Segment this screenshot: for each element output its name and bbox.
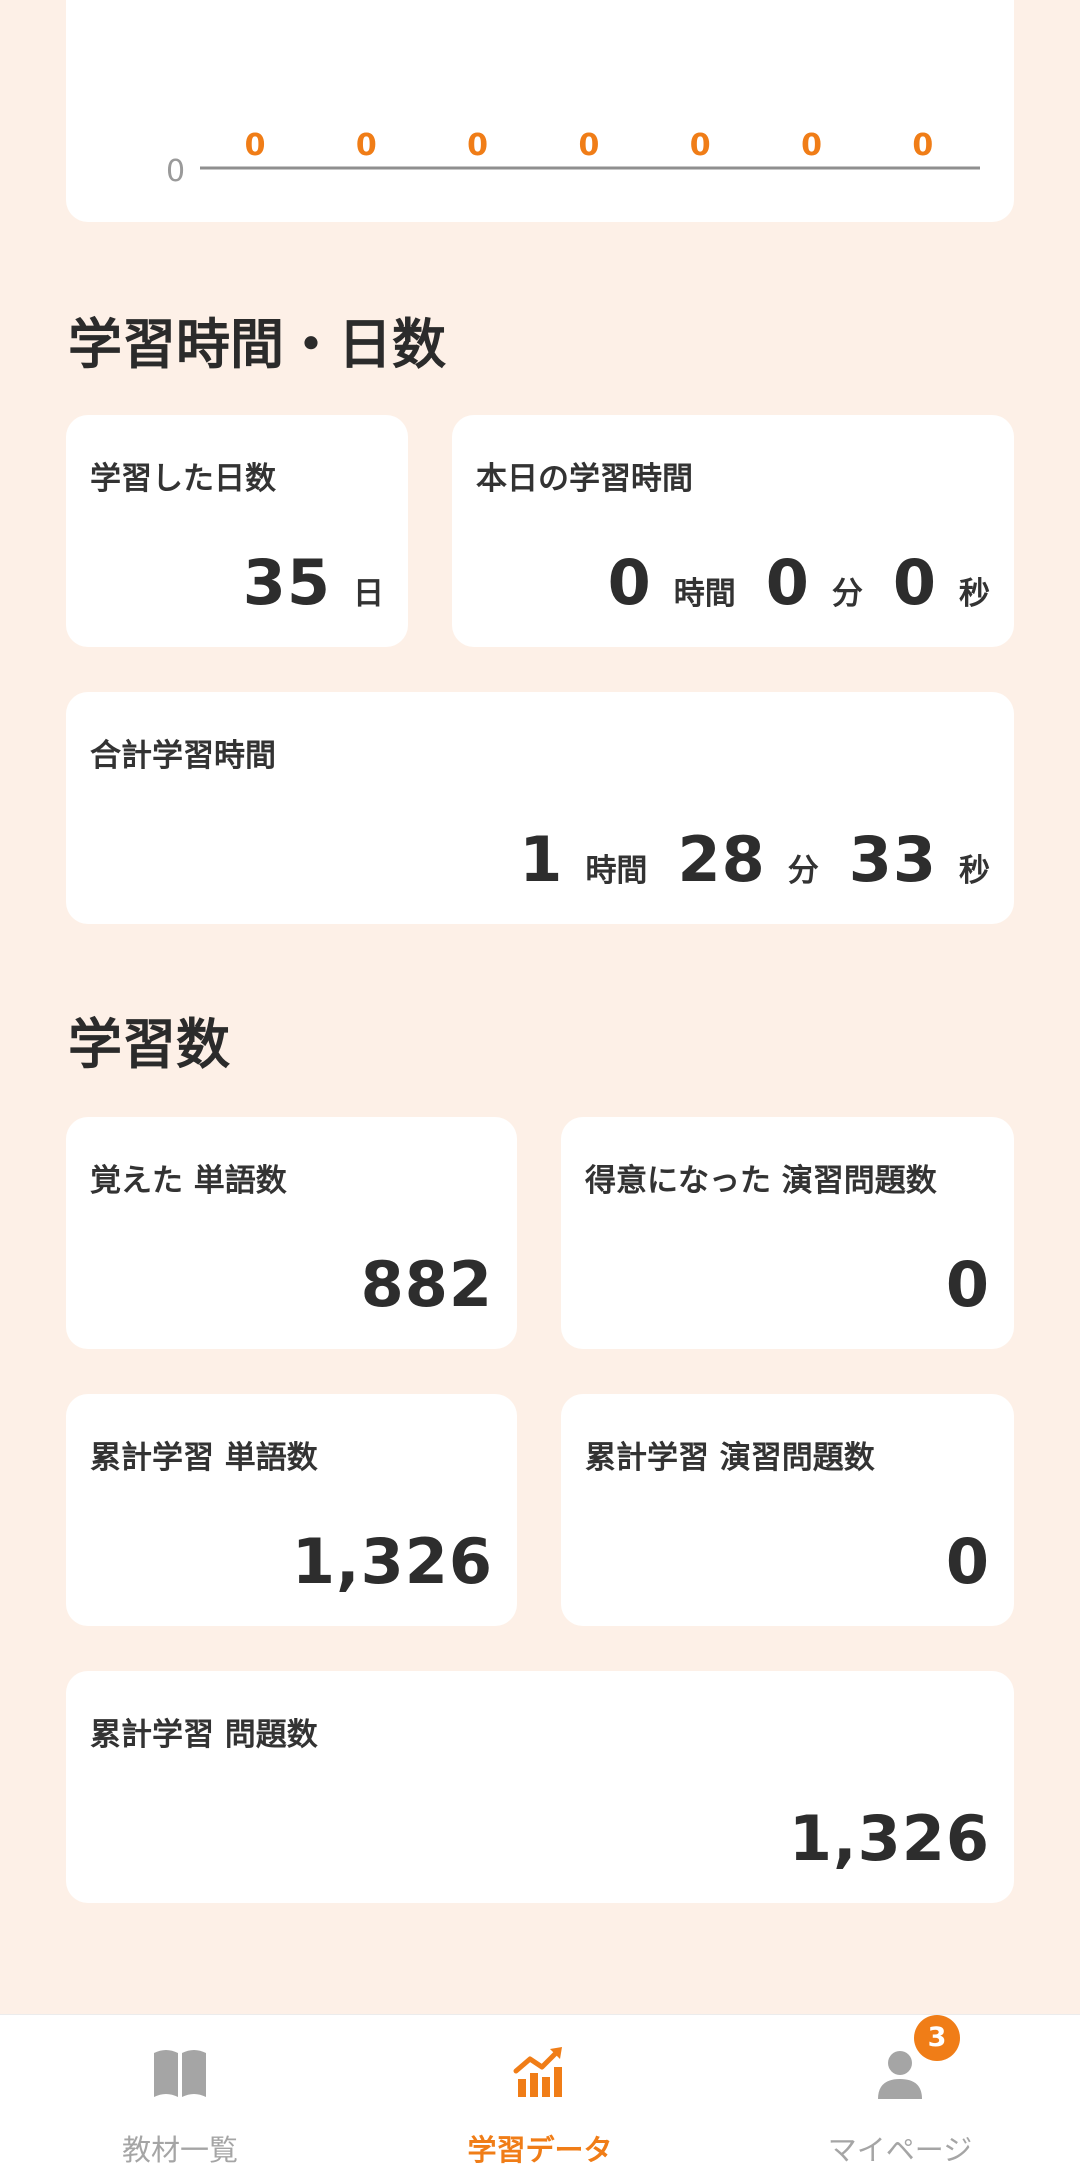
mastered-exercises-card: 得意になった 演習問題数 0 bbox=[561, 1117, 1014, 1349]
total-seconds: 33 bbox=[848, 823, 937, 896]
nav-item-materials[interactable]: 教材一覧 bbox=[0, 2015, 360, 2173]
total-study-time-label: 合計学習時間 bbox=[90, 738, 276, 774]
mastered-exercises-value: 0 bbox=[946, 1248, 990, 1321]
today-study-time-value: 0 時間 0 分 0 秒 bbox=[608, 546, 990, 619]
today-hours: 0 bbox=[607, 546, 652, 619]
daily-chart-card: 0 0 0 0 0 0 0 0 bbox=[66, 0, 1014, 222]
chart-icon bbox=[513, 2047, 562, 2097]
study-days-number: 35 bbox=[242, 546, 331, 619]
nav-item-study-data[interactable]: 学習データ bbox=[360, 2015, 720, 2173]
today-minutes: 0 bbox=[765, 546, 810, 619]
chart-bar-value-label: 0 bbox=[912, 128, 933, 163]
study-days-value: 35 日 bbox=[243, 546, 384, 619]
today-hours-unit: 時間 bbox=[673, 576, 736, 612]
total-minutes: 28 bbox=[677, 823, 766, 896]
book-icon bbox=[154, 2050, 206, 2097]
cumulative-questions-label: 累計学習 問題数 bbox=[90, 1717, 318, 1753]
study-days-card: 学習した日数 35 日 bbox=[66, 415, 408, 647]
cumulative-questions-card: 累計学習 問題数 1,326 bbox=[66, 1671, 1014, 1903]
daily-study-chart: 0 0 0 0 0 0 0 0 bbox=[166, 128, 980, 189]
today-seconds: 0 bbox=[892, 546, 937, 619]
cumulative-exercises-value: 0 bbox=[946, 1525, 990, 1598]
learned-words-number: 882 bbox=[360, 1248, 493, 1321]
cumulative-words-label: 累計学習 単語数 bbox=[90, 1440, 318, 1476]
cumulative-words-value: 1,326 bbox=[292, 1525, 493, 1598]
total-study-time-value: 1 時間 28 分 33 秒 bbox=[519, 823, 990, 896]
today-study-time-card: 本日の学習時間 0 時間 0 分 0 秒 bbox=[452, 415, 1014, 647]
study-days-unit: 日 bbox=[353, 576, 384, 612]
study-count-section-title: 学習数 bbox=[68, 1013, 230, 1076]
chart-y-tick-label: 0 bbox=[166, 154, 185, 189]
cumulative-exercises-label: 累計学習 演習問題数 bbox=[585, 1440, 875, 1476]
chart-bar-value-label: 0 bbox=[356, 128, 377, 163]
total-minutes-unit: 分 bbox=[787, 853, 819, 889]
nav-item-mypage[interactable]: マイページ bbox=[720, 2015, 1080, 2173]
chart-bar-value-label: 0 bbox=[801, 128, 822, 163]
cumulative-words-number: 1,326 bbox=[291, 1525, 493, 1598]
chart-bar-value-label: 0 bbox=[245, 128, 266, 163]
study-time-section-title: 学習時間・日数 bbox=[68, 313, 446, 376]
mastered-exercises-number: 0 bbox=[945, 1248, 990, 1321]
study-days-label: 学習した日数 bbox=[90, 461, 276, 497]
cumulative-questions-value: 1,326 bbox=[789, 1802, 990, 1875]
total-study-time-card: 合計学習時間 1 時間 28 分 33 秒 bbox=[66, 692, 1014, 924]
today-study-time-label: 本日の学習時間 bbox=[476, 461, 693, 497]
notification-badge: 3 bbox=[914, 2015, 960, 2061]
today-seconds-unit: 秒 bbox=[959, 576, 990, 612]
nav-label-mypage: マイページ bbox=[827, 2133, 973, 2167]
cumulative-exercises-number: 0 bbox=[945, 1525, 990, 1598]
total-hours-unit: 時間 bbox=[585, 853, 648, 889]
chart-bar-value-label: 0 bbox=[578, 128, 599, 163]
nav-label-materials: 教材一覧 bbox=[121, 2133, 238, 2167]
total-seconds-unit: 秒 bbox=[959, 853, 990, 889]
learned-words-card: 覚えた 単語数 882 bbox=[66, 1117, 517, 1349]
cumulative-words-card: 累計学習 単語数 1,326 bbox=[66, 1394, 517, 1626]
cumulative-questions-number: 1,326 bbox=[788, 1802, 990, 1875]
chart-bar-value-label: 0 bbox=[690, 128, 711, 163]
nav-label-study-data: 学習データ bbox=[467, 2133, 613, 2167]
total-hours: 1 bbox=[519, 823, 564, 896]
mastered-exercises-label: 得意になった 演習問題数 bbox=[585, 1163, 937, 1199]
cumulative-exercises-card: 累計学習 演習問題数 0 bbox=[561, 1394, 1014, 1626]
learned-words-value: 882 bbox=[361, 1248, 493, 1321]
chart-bar-value-label: 0 bbox=[467, 128, 488, 163]
learned-words-label: 覚えた 単語数 bbox=[90, 1163, 287, 1199]
today-minutes-unit: 分 bbox=[831, 576, 863, 612]
